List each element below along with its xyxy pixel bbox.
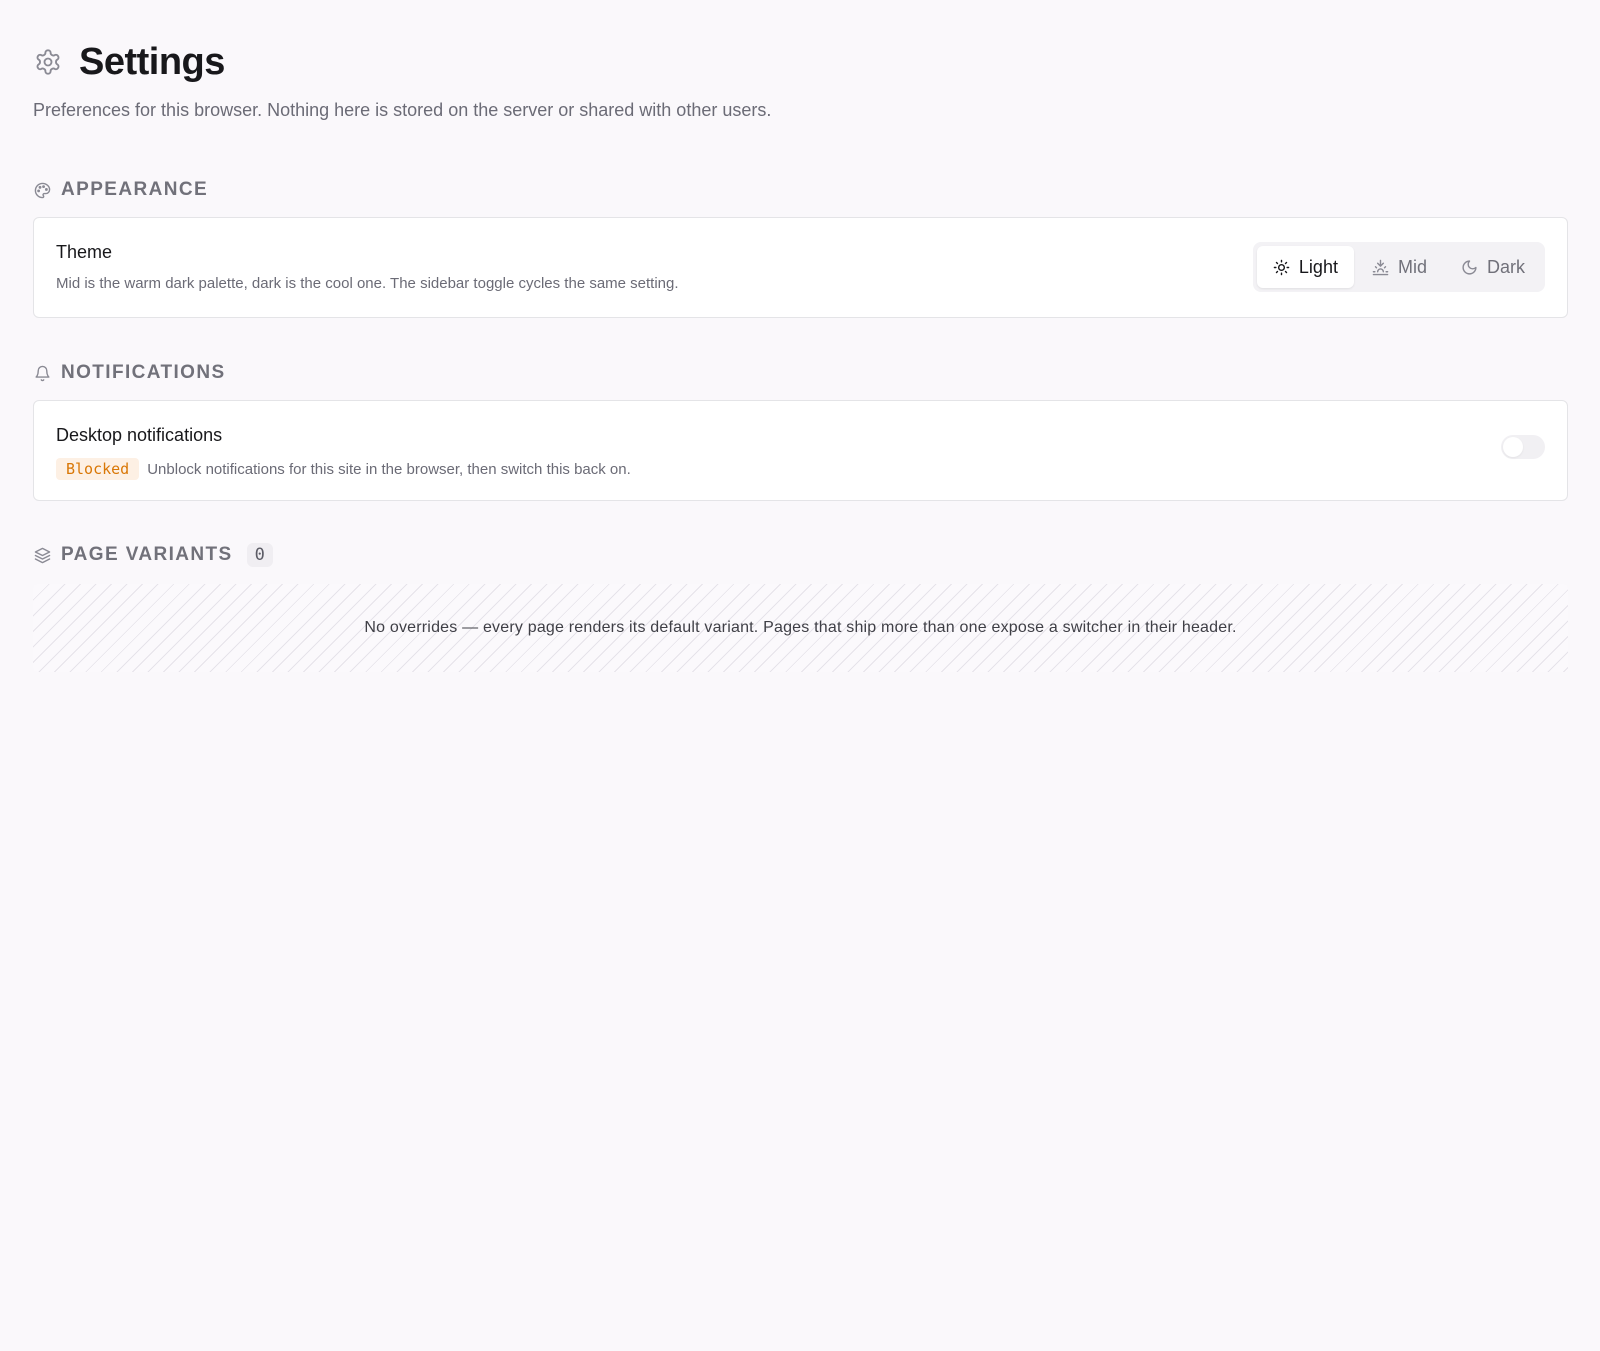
- notifications-section-label: NOTIFICATIONS: [33, 362, 1568, 384]
- page-header: Settings: [33, 40, 1568, 84]
- theme-option-dark-label: Dark: [1486, 256, 1525, 277]
- bell-icon: [33, 364, 51, 382]
- notifications-label: NOTIFICATIONS: [61, 362, 226, 383]
- theme-option-mid[interactable]: Mid: [1356, 246, 1443, 288]
- blocked-badge: Blocked: [56, 458, 140, 480]
- theme-description-text: Mid is the warm dark palette, dark is th…: [56, 275, 679, 292]
- theme-option-light[interactable]: Light: [1256, 246, 1354, 288]
- gear-icon: [33, 47, 63, 77]
- theme-option-light-label: Light: [1298, 256, 1338, 277]
- page-variants-empty-message: No overrides — every page renders its de…: [364, 619, 1237, 636]
- desktop-notifications-card: Desktop notifications Blocked Unblock no…: [33, 400, 1568, 501]
- theme-card: Theme Mid is the warm dark palette, dark…: [33, 217, 1568, 318]
- layers-icon: [33, 546, 51, 564]
- theme-segmented-control: Light Mid Dark: [1252, 242, 1545, 292]
- palette-icon: [33, 181, 51, 199]
- appearance-section-label: APPEARANCE: [33, 179, 1568, 201]
- desktop-notifications-description: Blocked Unblock notifications for this s…: [56, 458, 1545, 480]
- page-variants-empty-state: No overrides — every page renders its de…: [33, 584, 1568, 672]
- settings-page: Settings Preferences for this browser. N…: [0, 0, 1600, 672]
- page-title: Settings: [79, 40, 225, 83]
- page-variants-count-badge: 0: [246, 543, 273, 567]
- theme-option-dark[interactable]: Dark: [1445, 246, 1541, 288]
- page-variants-label: PAGE VARIANTS: [61, 544, 233, 565]
- sunset-icon: [1372, 258, 1390, 276]
- toggle-knob: [1503, 437, 1523, 457]
- desktop-notifications-title: Desktop notifications: [56, 425, 223, 445]
- appearance-label: APPEARANCE: [61, 179, 209, 200]
- theme-option-mid-label: Mid: [1397, 256, 1427, 277]
- page-subtitle: Preferences for this browser. Nothing he…: [33, 100, 772, 120]
- desktop-notifications-description-text: Unblock notifications for this site in t…: [147, 460, 631, 478]
- page-variants-section-label: PAGE VARIANTS 0: [33, 543, 1568, 567]
- sun-icon: [1273, 258, 1291, 276]
- desktop-notifications-toggle[interactable]: [1501, 435, 1545, 459]
- moon-icon: [1461, 258, 1479, 276]
